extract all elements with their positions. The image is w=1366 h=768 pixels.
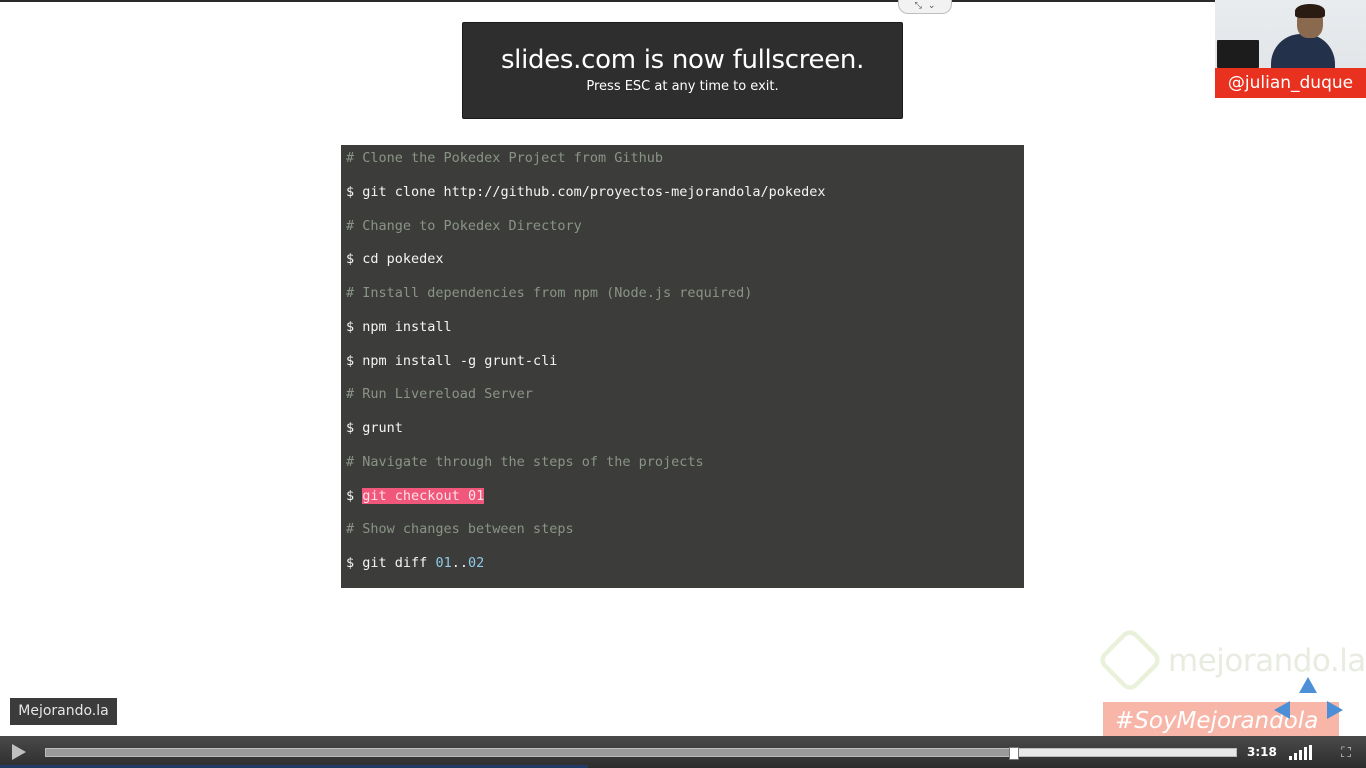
volume-bar (1289, 756, 1292, 760)
code-text: git diff (362, 555, 436, 571)
code-comment: # Run Livereload Server (346, 387, 1024, 421)
code-text: cd pokedex (362, 251, 444, 268)
code-command: $ grunt (346, 421, 1024, 455)
volume-icon[interactable] (1289, 745, 1312, 760)
code-text: npm install (362, 318, 452, 335)
progress-bar[interactable] (45, 747, 1237, 760)
code-command-highlighted: $ git checkout 01 (346, 487, 1024, 523)
progress-handle[interactable] (1008, 747, 1019, 760)
code-comment: # Show changes between steps (346, 522, 1024, 556)
volume-bar (1299, 750, 1302, 760)
channel-badge[interactable]: Mejorando.la (10, 698, 117, 725)
code-text: # Install dependencies from npm (Node.js… (346, 285, 753, 301)
code-text: # Change to Pokedex Directory (346, 217, 582, 234)
code-comment: # Clone the Pokedex Project from Github (346, 151, 1024, 185)
code-text: # Navigate through the steps of the proj… (346, 453, 704, 470)
fullscreen-notice-subtitle: Press ESC at any time to exit. (586, 79, 779, 94)
code-text: npm install -g grunt-cli (362, 352, 558, 369)
webcam-name-tag: @julian_duque (1215, 68, 1366, 98)
prompt-symbol: $ (346, 352, 355, 369)
hashtag-banner: #SoyMejorandola (1103, 702, 1339, 738)
prompt-symbol: $ (346, 318, 355, 335)
code-block: # Clone the Pokedex Project from Github … (341, 145, 1024, 588)
prompt-symbol: $ (346, 487, 355, 504)
play-icon[interactable] (12, 744, 26, 760)
code-comment: # Navigate through the steps of the proj… (346, 455, 1024, 489)
slide-nav-left-icon[interactable] (1274, 701, 1290, 719)
prompt-symbol: $ (346, 555, 355, 571)
prompt-symbol: $ (346, 251, 355, 268)
code-number: 01 (435, 555, 452, 571)
playback-time: 3:18 (1247, 745, 1277, 759)
webcam-person-hair (1295, 4, 1325, 18)
code-comment: # Change to Pokedex Directory (346, 219, 1024, 253)
fullscreen-notice-title: slides.com is now fullscreen. (500, 45, 865, 75)
webcam-overlay: @julian_duque (1215, 0, 1366, 98)
code-comment: # Install dependencies from npm (Node.js… (346, 286, 1024, 320)
code-command: $ cd pokedex (346, 252, 1024, 286)
volume-bar (1294, 753, 1297, 760)
slide-nav-up-icon[interactable] (1299, 677, 1317, 693)
video-player-bar: 3:18 ⛶ (0, 736, 1366, 768)
code-command: $ npm install -g grunt-cli (346, 354, 1024, 388)
progress-played (46, 749, 1013, 756)
collapse-icon: ⤡ (914, 1, 922, 11)
volume-bar (1304, 747, 1307, 760)
chevron-down-icon: ⌄ (927, 1, 936, 11)
code-text: grunt (362, 420, 403, 436)
code-text: git clone http://github.com/proyectos-me… (362, 183, 826, 200)
volume-bar (1309, 745, 1312, 760)
window-top-border (0, 0, 1366, 2)
code-text: # Show changes between steps (346, 521, 574, 538)
webcam-monitor (1217, 40, 1259, 68)
fullscreen-toggle-tab[interactable]: ⤡ ⌄ (898, 0, 952, 14)
slide-nav-right-icon[interactable] (1327, 701, 1343, 719)
code-command: $ git diff 01..02 (346, 556, 1024, 590)
mejorandola-logo-icon (1096, 626, 1164, 694)
code-number: 02 (467, 555, 485, 571)
code-text: # Run Livereload Server (346, 386, 533, 403)
prompt-symbol: $ (346, 183, 355, 200)
highlighted-code-text: git checkout 01 (362, 487, 485, 504)
prompt-symbol: $ (346, 420, 355, 436)
fullscreen-icon[interactable]: ⛶ (1338, 745, 1354, 761)
code-separator: .. (451, 555, 468, 571)
code-text: # Clone the Pokedex Project from Github (346, 150, 663, 166)
fullscreen-notice: slides.com is now fullscreen. Press ESC … (462, 22, 903, 119)
code-command: $ npm install (346, 320, 1024, 354)
brand-logo-text: mejorando.la (1168, 643, 1366, 679)
code-command: $ git clone http://github.com/proyectos-… (346, 185, 1024, 219)
